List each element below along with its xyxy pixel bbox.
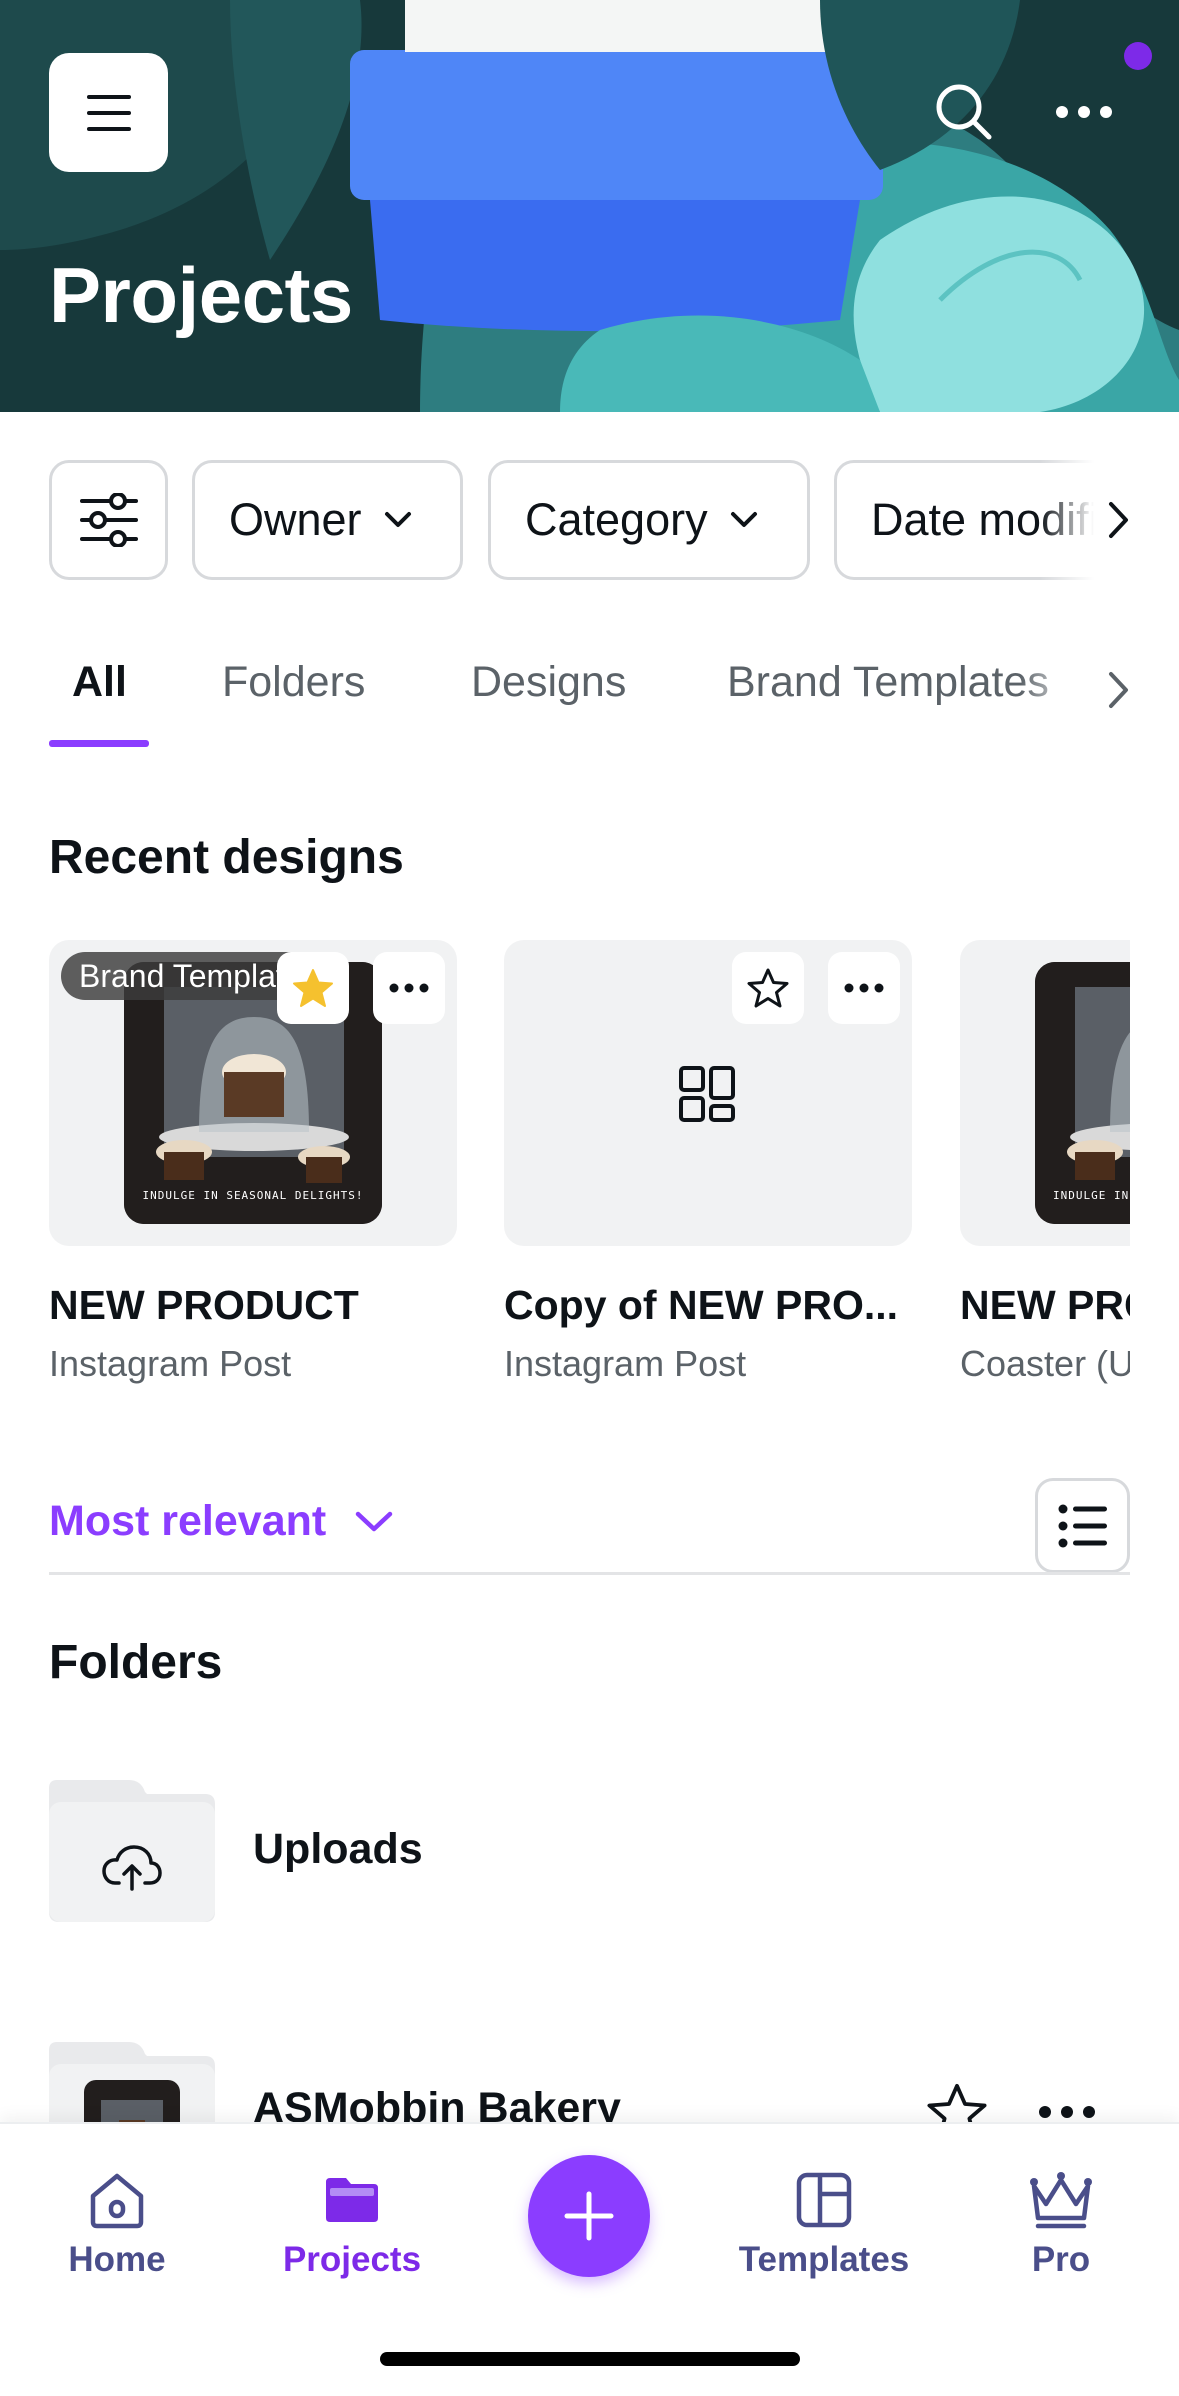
crown-icon (1030, 2172, 1092, 2229)
more-horizontal-icon (844, 983, 884, 993)
search-button[interactable] (924, 72, 1004, 152)
nav-label: Home (68, 2240, 166, 2279)
chevron-right-icon (1109, 672, 1128, 708)
design-thumbnail: INDULGE IN (960, 940, 1130, 1246)
header-illustration (0, 0, 1179, 412)
chevron-down-icon (384, 512, 411, 527)
chevron-right-icon (1109, 502, 1128, 538)
tab-designs[interactable]: Designs (471, 658, 626, 707)
nav-templates[interactable]: Templates (724, 2168, 924, 2280)
sort-label: Most relevant (49, 1497, 327, 1545)
star-button[interactable] (277, 952, 349, 1024)
design-card[interactable]: Copy of NEW PRO... Instagram Post (504, 940, 912, 1385)
more-options-button[interactable] (1044, 72, 1124, 152)
design-thumbnail (504, 940, 912, 1246)
create-button[interactable] (528, 2155, 650, 2277)
chevron-down-icon (730, 512, 757, 527)
header-banner: Projects (0, 0, 1179, 412)
menu-button[interactable] (49, 53, 168, 172)
home-icon (90, 2173, 144, 2229)
owner-filter-chip[interactable]: Owner (192, 460, 463, 580)
design-card[interactable]: INDULGE IN SEASONAL DELIGHTS! Brand Temp… (49, 940, 457, 1385)
nav-label: Projects (282, 2240, 422, 2279)
list-view-icon (1058, 1504, 1107, 1547)
star-outline-icon (747, 968, 789, 1008)
nav-label: Pro (1031, 2240, 1091, 2279)
plus-icon (564, 2191, 614, 2241)
cloud-upload-icon (102, 1845, 162, 1891)
nav-projects[interactable]: Projects (252, 2168, 452, 2280)
section-divider (49, 1572, 1130, 1575)
design-type: Coaster (U (960, 1343, 1130, 1384)
nav-label: Templates (738, 2240, 910, 2279)
hamburger-menu-icon (86, 94, 131, 131)
design-title: NEW PRODUCT (49, 1282, 359, 1328)
active-tab-indicator (49, 740, 149, 747)
tab-all[interactable]: All (72, 658, 127, 707)
filter-settings-button[interactable] (49, 460, 168, 580)
cupcake-poster-image: INDULGE IN (1035, 962, 1130, 1224)
design-type: Instagram Post (504, 1343, 747, 1384)
category-filter-chip[interactable]: Category (488, 460, 810, 580)
sliders-icon (79, 493, 138, 547)
owner-filter-label: Owner (229, 494, 362, 545)
poster-caption: INDULGE IN SEASONAL DELIGHTS! (142, 1189, 364, 1202)
recent-designs-heading: Recent designs (49, 831, 404, 884)
sort-dropdown[interactable]: Most relevant (49, 1497, 394, 1546)
filters-scroll-right[interactable] (1040, 460, 1130, 580)
tab-brand-templates[interactable]: Brand Templates (727, 658, 1049, 707)
more-horizontal-icon (1039, 2106, 1095, 2118)
chevron-down-icon (355, 1511, 393, 1531)
filter-bar: Owner Category Date modified (49, 460, 1130, 580)
more-options-button[interactable] (828, 952, 900, 1024)
more-horizontal-icon (389, 983, 429, 993)
poster-caption: INDULGE IN (1053, 1189, 1130, 1202)
folder-name: Uploads (253, 1825, 423, 1873)
category-filter-label: Category (525, 494, 708, 545)
notification-dot (1124, 42, 1152, 70)
design-title: NEW PRODUCT (960, 1282, 1130, 1328)
recent-designs-carousel: INDULGE IN SEASONAL DELIGHTS! Brand Temp… (49, 940, 1130, 1410)
more-options-button[interactable] (373, 952, 445, 1024)
nav-pro[interactable]: Pro (961, 2168, 1161, 2280)
tab-folders[interactable]: Folders (222, 658, 365, 707)
star-button[interactable] (732, 952, 804, 1024)
design-type: Instagram Post (49, 1343, 292, 1384)
cupcake-photo (1035, 962, 1130, 1224)
star-filled-icon (293, 969, 333, 1007)
home-indicator (380, 2352, 800, 2366)
design-placeholder-icon (679, 1066, 735, 1122)
design-title: Copy of NEW PRO... (504, 1282, 899, 1328)
design-card[interactable]: INDULGE IN NEW PRODUCT Coaster (U (960, 940, 1130, 1385)
content-tabs: All Folders Designs Brand Templates (49, 640, 1130, 750)
folders-heading: Folders (49, 1636, 223, 1689)
more-horizontal-icon (1056, 106, 1112, 118)
folder-row-uploads[interactable]: Uploads (49, 1780, 1130, 1930)
list-view-toggle[interactable] (1035, 1478, 1130, 1573)
page-title: Projects (49, 251, 353, 339)
nav-home[interactable]: Home (17, 2168, 217, 2280)
design-thumbnail: INDULGE IN SEASONAL DELIGHTS! Brand Temp… (49, 940, 457, 1246)
templates-icon (796, 2172, 852, 2228)
tabs-scroll-right[interactable] (1020, 640, 1130, 740)
folder-icon (326, 2178, 378, 2222)
search-icon (936, 84, 992, 140)
